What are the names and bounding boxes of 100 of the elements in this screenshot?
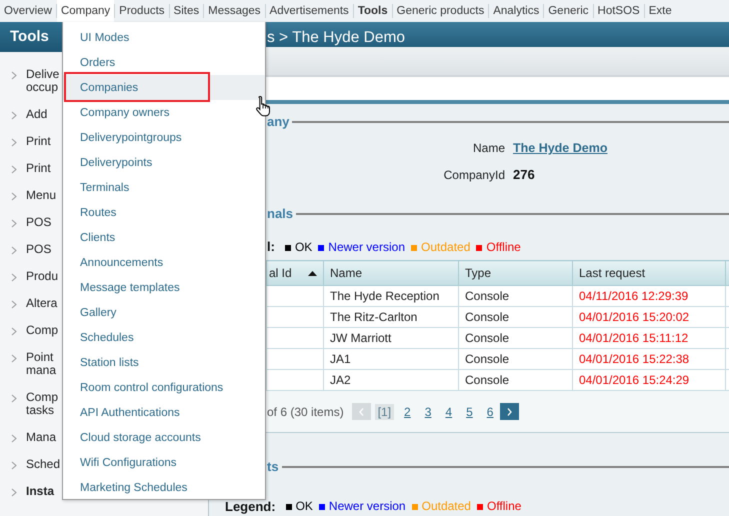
chevron-icon <box>11 354 17 363</box>
sidebar-item[interactable]: POS <box>26 215 52 229</box>
legend-item: OK <box>294 240 312 254</box>
dropdown-item[interactable]: Room control configurations <box>63 375 265 400</box>
sidebar-item[interactable]: Menu <box>26 188 56 202</box>
table-cell: 04/01/2016 15:11:12 <box>572 328 726 348</box>
chevron-icon <box>11 138 17 147</box>
nav-tab[interactable]: Company <box>56 0 114 22</box>
column-label: Last request <box>579 266 646 280</box>
next-page-button[interactable] <box>500 403 520 420</box>
column-header <box>726 260 729 286</box>
pager-summary: of 6 (30 items) <box>267 404 344 418</box>
chevron-icon <box>11 394 17 403</box>
dropdown-item[interactable]: Routes <box>63 200 265 225</box>
nav-tab[interactable]: Analytics <box>489 0 544 22</box>
dropdown-item[interactable]: API Authentications <box>63 400 265 425</box>
page-link[interactable]: 6 <box>486 404 494 420</box>
nav-tab[interactable]: Overview <box>0 0 56 22</box>
legend-item: Offline <box>486 240 521 254</box>
chevron-icon <box>11 219 17 228</box>
chevron-icon <box>11 273 17 282</box>
section-legend: any <box>267 114 290 129</box>
table-cell: Console <box>458 306 572 328</box>
chevron-icon <box>11 71 17 80</box>
legend-label: l: <box>267 239 275 254</box>
table-cell: JA1 <box>324 348 458 370</box>
column-label: al Id <box>269 266 292 280</box>
sidebar-item[interactable]: POS <box>26 242 52 256</box>
nav-tab[interactable]: Tools <box>354 0 392 22</box>
section-legend: ts <box>267 459 279 474</box>
nav-tab[interactable]: Exte <box>644 0 676 22</box>
dropdown-item[interactable]: Terminals <box>63 175 265 200</box>
sidebar-item[interactable]: Altera <box>26 296 58 310</box>
chevron-icon <box>11 488 17 497</box>
chevron-left-icon <box>358 408 364 416</box>
nav-tab[interactable]: Products <box>115 0 169 22</box>
field-label: Name <box>472 141 505 155</box>
table-cell: Console <box>458 348 572 370</box>
sidebar-item[interactable]: Print <box>26 134 51 148</box>
column-label: Type <box>465 266 492 280</box>
sidebar-item[interactable]: Insta <box>26 484 54 498</box>
legend-label: Legend: <box>225 498 276 514</box>
dropdown-item[interactable]: Announcements <box>63 250 265 275</box>
sidebar-item[interactable]: Sched <box>26 457 60 471</box>
nav-tab[interactable]: Advertisements <box>266 0 353 22</box>
chevron-icon <box>11 246 17 255</box>
sidebar-item[interactable]: Add <box>26 107 48 121</box>
table-cell: The Ritz-Carlton <box>324 306 458 328</box>
field-label: CompanyId <box>442 168 505 182</box>
legend-item: Outdated <box>421 240 470 254</box>
table-cell: JW Marriott <box>324 328 458 348</box>
page-link[interactable]: 2 <box>404 404 411 420</box>
nav-tab[interactable]: Generic products <box>392 0 488 22</box>
table-cell: Console <box>458 328 572 348</box>
dropdown-item[interactable]: Message templates <box>63 275 265 300</box>
nav-tab[interactable]: Sites <box>170 0 204 22</box>
dropdown-item[interactable]: Marketing Schedules <box>63 475 265 500</box>
dropdown-item[interactable]: Gallery <box>63 300 265 325</box>
column-header[interactable]: Last request <box>572 260 726 286</box>
sidebar-item[interactable]: Mana <box>26 430 56 444</box>
nav-tab[interactable]: Messages <box>204 0 265 22</box>
dropdown-item[interactable]: Clients <box>63 225 265 250</box>
table-cell: 04/01/2016 15:20:02 <box>572 306 726 328</box>
chevron-icon <box>11 461 17 470</box>
dropdown-item[interactable]: Deliverypoints <box>63 150 265 175</box>
nav-tab[interactable]: Generic <box>544 0 593 22</box>
sidebar-item[interactable]: Produ <box>26 269 58 283</box>
field-value: 276 <box>513 167 536 182</box>
sidebar-item[interactable]: Delive occup <box>26 67 60 94</box>
sidebar-item[interactable]: Point mana <box>26 350 56 377</box>
dropdown-item[interactable]: Cloud storage accounts <box>63 425 265 450</box>
table-cell: The Hyde Reception <box>324 286 458 306</box>
column-label: Name <box>330 266 362 280</box>
legend-item: Newer version <box>328 499 406 513</box>
table-cell: 04/11/2016 12:29:39 <box>572 286 726 306</box>
column-header[interactable]: Name <box>324 260 458 286</box>
dropdown-item[interactable]: Station lists <box>63 350 265 375</box>
chevron-icon <box>11 300 17 309</box>
dropdown-item[interactable]: Wifi Configurations <box>63 450 265 475</box>
dropdown-item[interactable]: Schedules <box>63 325 265 350</box>
dropdown-item[interactable]: Orders <box>63 50 265 75</box>
sidebar-item[interactable]: Print <box>26 161 51 175</box>
company-name-link[interactable]: The Hyde Demo <box>513 141 729 155</box>
dropdown-item[interactable]: Deliverypointgroups <box>63 125 265 150</box>
page-link[interactable]: 4 <box>445 404 452 420</box>
column-header[interactable]: al Id <box>266 260 324 286</box>
chevron-icon <box>11 192 17 201</box>
sidebar-item[interactable]: Comp <box>26 323 58 337</box>
chevron-icon <box>11 165 17 174</box>
sidebar-item[interactable]: Comp tasks <box>26 390 58 417</box>
legend-item: Offline <box>486 499 522 513</box>
chevron-right-icon <box>507 408 512 416</box>
column-header[interactable]: Type <box>458 260 572 286</box>
nav-tab[interactable]: HotSOS <box>594 0 644 22</box>
dropdown-item[interactable]: Companies <box>63 75 265 100</box>
page-link[interactable]: 5 <box>466 404 473 420</box>
chevron-icon <box>11 434 17 443</box>
page-link[interactable]: 3 <box>424 404 432 420</box>
section-legend: nals <box>267 206 294 221</box>
table-cell: 04/01/2016 15:22:38 <box>572 348 726 370</box>
